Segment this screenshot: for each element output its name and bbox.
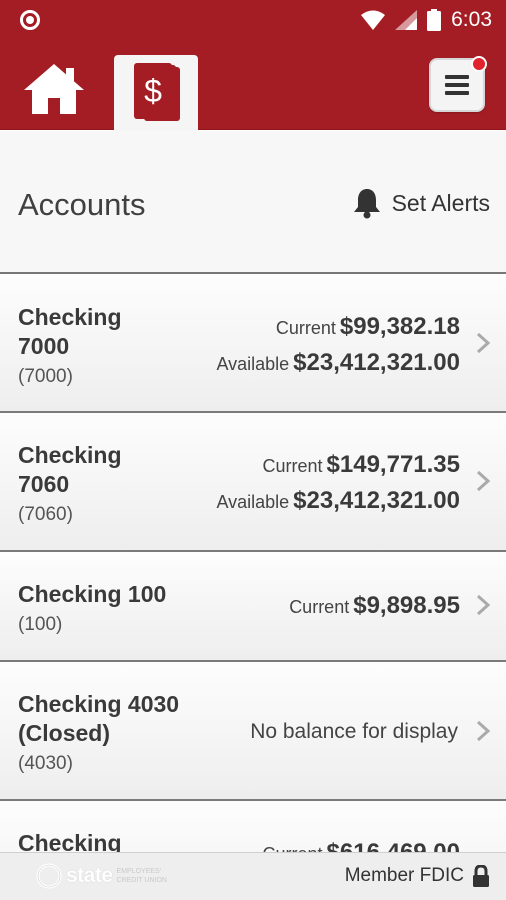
home-button[interactable]: [22, 62, 92, 118]
account-row[interactable]: Checking 100 (100) Current $9,898.95: [0, 552, 506, 662]
credit-union-logo: state EMPLOYEES' CREDIT UNION: [36, 863, 177, 889]
logo-word: state: [66, 864, 113, 887]
bell-icon: [353, 189, 380, 219]
account-number: (7000): [18, 366, 73, 387]
current-balance: Current$616,469.00: [263, 839, 461, 852]
available-balance: Available $23,412,321.00: [216, 487, 460, 514]
account-number: (7060): [18, 504, 73, 525]
fdic-label: Member FDIC: [344, 865, 464, 886]
set-alerts-label: Set Alerts: [391, 189, 490, 216]
notification-icon: [20, 10, 40, 30]
chevron-right-icon: [476, 470, 491, 492]
account-number: (4030): [18, 753, 73, 774]
battery-icon: [427, 9, 442, 31]
chevron-right-icon: [476, 332, 491, 354]
signal-icon: [395, 10, 418, 30]
account-name: Checking 4030 (Closed): [18, 691, 180, 746]
account-row[interactable]: Checking 7060 (7060) Current $149,771.35 A…: [0, 413, 506, 552]
page-title: Accounts: [18, 187, 146, 222]
wifi-icon: [361, 10, 386, 30]
logo-ring-icon: [36, 863, 62, 889]
lock-icon: [473, 865, 489, 887]
set-alerts-button[interactable]: Set Alerts: [352, 187, 490, 219]
accounts-header: Accounts Set Alerts: [0, 131, 506, 274]
chevron-right-icon: [476, 594, 491, 616]
status-time: 6:03: [451, 8, 492, 31]
no-balance-text: No balance for display: [250, 720, 458, 743]
accounts-tab[interactable]: $: [114, 55, 198, 131]
current-balance: Current $9,898.95: [289, 592, 460, 619]
account-name: Checking 100: [18, 581, 167, 607]
current-balance: Current $149,771.35: [262, 451, 461, 478]
chevron-right-icon: [476, 720, 491, 742]
account-row[interactable]: Checking 7000 (7000) Current $99,382.18 Av…: [0, 275, 506, 413]
account-list: Checking 7000 (7000) Current $99,382.18 Av…: [0, 275, 506, 852]
logo-subtitle: EMPLOYEES' CREDIT UNION: [116, 868, 167, 884]
notification-dot: [471, 56, 487, 72]
account-row[interactable]: Checking Current$616,469.00: [0, 801, 506, 852]
account-number: (100): [18, 614, 63, 635]
account-name: Checking 7060: [18, 442, 122, 497]
home-icon: [24, 64, 84, 114]
available-balance: Available $23,412,321.00: [216, 349, 460, 376]
footer: state EMPLOYEES' CREDIT UNION Member FDI…: [0, 852, 506, 900]
member-fdic: Member FDIC: [345, 865, 490, 887]
app-header: $: [0, 40, 506, 131]
account-name: Checking 7000: [18, 304, 122, 359]
menu-button[interactable]: [429, 56, 487, 112]
current-balance: Current $99,382.18: [275, 313, 460, 340]
status-bar: 6:03: [0, 0, 506, 40]
account-name: Checking: [18, 830, 122, 852]
dollar-stack-icon: $: [134, 63, 180, 121]
account-row[interactable]: Checking 4030 (Closed) (4030) No balance …: [0, 662, 506, 801]
svg-text:$: $: [144, 73, 162, 109]
